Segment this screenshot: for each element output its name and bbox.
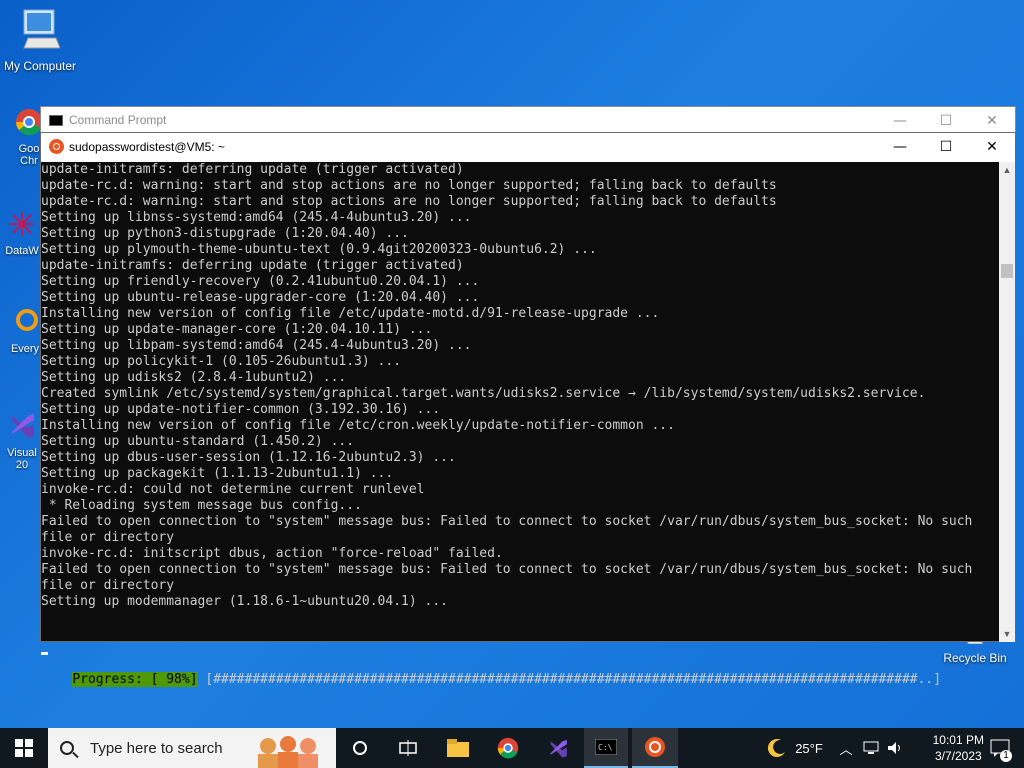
search-highlight-icon [258,736,318,768]
terminal-line: Failed to open connection to "system" me… [41,514,973,529]
search-placeholder: Type here to search [90,739,223,757]
terminal-cursor [41,652,48,655]
terminal-line: Setting up update-manager-core (1:20.04.… [41,322,433,337]
terminal-line: Setting up modemmanager (1.18.6-1~ubuntu… [41,594,448,609]
chrome-button[interactable] [486,728,530,768]
network-icon [863,741,879,754]
desktop-icon-label: Recycle Bin [943,651,1007,665]
scroll-up-icon[interactable]: ▲ [999,162,1015,178]
visual-studio-icon [550,739,567,758]
terminal-line: Failed to open connection to "system" me… [41,562,973,577]
terminal-line: file or directory [41,530,175,545]
notification-count: 1 [1000,750,1012,762]
minimize-button[interactable]: — [877,107,923,135]
desktop-icon-visual-studio[interactable]: Visual 20 [4,410,40,471]
terminal-line: invoke-rc.d: could not determine current… [41,482,425,497]
chrome-icon [16,109,42,136]
cmd-taskbar-button[interactable]: C:\ [584,728,628,768]
terminal-line: update-initramfs: deferring update (trig… [41,162,464,177]
terminal-line: Setting up dbus-user-session (1.12.16-2u… [41,450,456,465]
terminal-line: invoke-rc.d: initscript dbus, action "fo… [41,546,503,561]
cortana-icon [353,741,367,755]
progress-label: Progress: [ 98%] [72,672,198,687]
terminal-line: Setting up friendly-recovery (0.2.41ubun… [41,274,480,289]
file-explorer-icon [447,739,469,757]
desktop-icon-label: Visual 20 [7,447,37,471]
terminal-line: Setting up python3-distupgrade (1:20.04.… [41,226,409,241]
terminal-line: Installing new version of config file /e… [41,418,675,433]
scroll-down-icon[interactable]: ▼ [999,626,1015,642]
weather-widget[interactable]: 25°F [760,728,830,768]
magnifier-icon [16,309,38,331]
visual-studio-button[interactable] [536,728,580,768]
taskbar-search[interactable]: Type here to search [48,728,336,768]
desktop-icon-datawrangler[interactable]: DataW [4,210,40,257]
task-view-icon [399,740,417,756]
terminal-title-bar[interactable]: sudopasswordistest@VM5: ~ — ☐ ✕ [41,133,1015,162]
terminal-line: update-initramfs: deferring update (trig… [41,258,464,273]
close-button[interactable]: ✕ [969,133,1015,162]
terminal-line: Setting up update-notifier-common (3.192… [41,402,441,417]
terminal-line: Setting up packagekit (1.1.13-2ubuntu1.1… [41,466,394,481]
terminal-window[interactable]: sudopasswordistest@VM5: ~ — ☐ ✕ update-i… [40,132,1016,687]
notifications-button[interactable]: 1 [980,728,1020,768]
terminal-line: Created symlink /etc/systemd/system/grap… [41,386,926,401]
system-clock[interactable]: 10:01 PM 3/7/2023 [933,732,984,764]
terminal-line: Installing new version of config file /e… [41,306,660,321]
terminal-line: Setting up ubuntu-standard (1.450.2) ... [41,434,355,449]
search-icon [60,741,74,755]
cortana-button[interactable] [340,728,380,768]
close-button[interactable]: ✕ [969,107,1015,135]
visual-studio-icon [12,414,34,438]
maximize-button[interactable]: ☐ [923,107,969,135]
chevron-up-icon: ︿ [839,741,853,757]
terminal-line: file or directory [41,578,175,593]
weather-temp: 25°F [795,740,823,756]
ubuntu-icon [645,737,665,757]
ubuntu-taskbar-button[interactable] [632,728,678,768]
chrome-icon [497,737,519,759]
desktop-icon-label: Every [10,343,40,355]
windows-logo-icon [15,739,33,757]
desktop-icon-my-computer[interactable]: My Computer [0,8,80,73]
desktop-icon-label: DataW [5,245,39,257]
start-button[interactable] [0,728,48,768]
computer-icon [23,9,61,49]
cmd-icon: C:\ [595,739,617,755]
taskbar: Type here to search C:\ 25°F ︿ 10:01 PM … [0,728,1024,768]
maximize-button[interactable]: ☐ [923,133,969,162]
scroll-thumb[interactable] [1001,264,1013,278]
moon-icon [768,739,786,758]
terminal-line: Setting up plymouth-theme-ubuntu-text (0… [41,242,597,257]
cmd-icon [49,115,63,126]
terminal-line: Setting up policykit-1 (0.105-26ubuntu1.… [41,354,402,369]
terminal-line: * Reloading system message bus config... [41,498,362,513]
terminal-title: sudopasswordistest@VM5: ~ [69,140,225,154]
minimize-button[interactable]: — [877,133,923,162]
network-button[interactable] [860,728,882,768]
vertical-scrollbar[interactable]: ▲ ▼ [999,162,1015,642]
svg-text:C:\: C:\ [598,743,613,752]
show-hidden-icons-button[interactable]: ︿ [836,728,856,768]
window-title: Command Prompt [69,113,167,127]
clock-date: 3/7/2023 [934,749,982,763]
progress-bar: [#######################################… [197,672,942,687]
clock-time: 10:01 PM [932,733,984,747]
terminal-line: Setting up udisks2 (2.8.4-1ubuntu2) ... [41,370,347,385]
terminal-output[interactable]: update-initramfs: deferring update (trig… [41,162,999,640]
terminal-line: Setting up libpam-systemd:amd64 (245.4-4… [41,338,472,353]
file-explorer-button[interactable] [436,728,480,768]
terminal-line: update-rc.d: warning: start and stop act… [41,178,777,193]
snowflake-icon [10,212,34,236]
desktop-icon-label: My Computer [3,59,77,73]
task-view-button[interactable] [386,728,430,768]
terminal-line: update-rc.d: warning: start and stop act… [41,194,777,209]
volume-button[interactable] [884,728,906,768]
ubuntu-icon [49,139,64,154]
terminal-line: Setting up libnss-systemd:amd64 (245.4-4… [41,210,472,225]
volume-icon [888,742,900,754]
terminal-line: Setting up ubuntu-release-upgrader-core … [41,290,480,305]
apt-progress: Progress: [ 98%] [######################… [41,656,941,687]
desktop-icon-everything[interactable]: Every [10,308,40,355]
